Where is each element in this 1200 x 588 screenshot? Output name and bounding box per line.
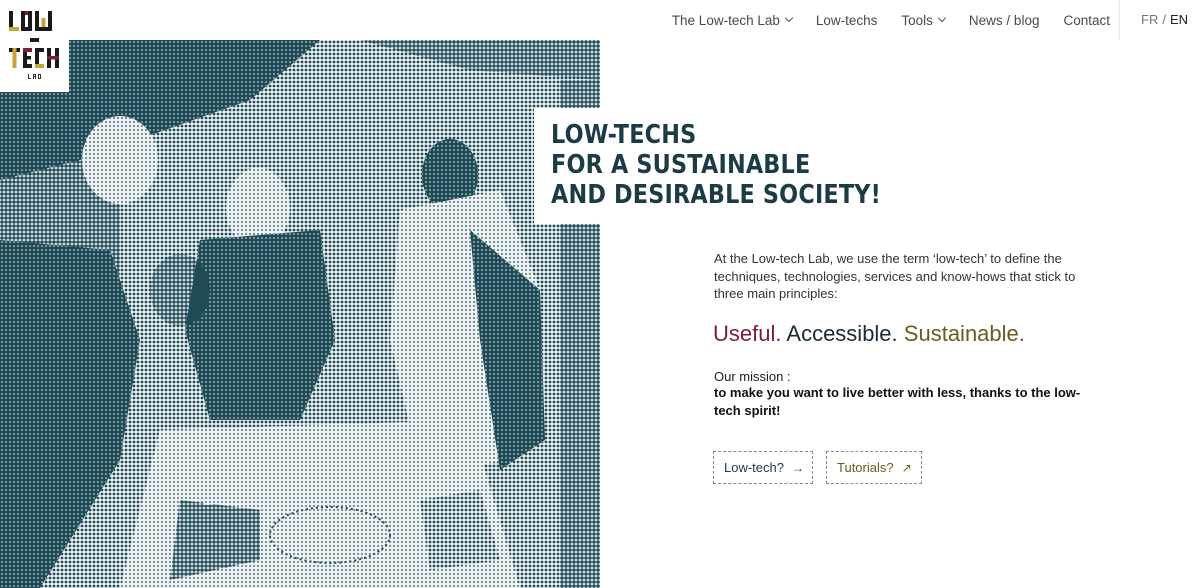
- site-header: The Low-tech Lab Low-techs Tools News / …: [0, 0, 1200, 40]
- nav-item-label: Low-techs: [815, 12, 878, 28]
- chevron-down-icon: [937, 13, 947, 23]
- halftone-photo-icon: [0, 40, 600, 588]
- low-tech-button-label: Low-tech?: [724, 460, 784, 475]
- hero-headline: LOW-TECHS FOR A SUSTAINABLE AND DESIRABL…: [534, 108, 884, 224]
- principle-useful: Useful.: [713, 321, 782, 346]
- arrow-up-right-icon: ↗: [901, 460, 912, 475]
- principles-tagline: Useful. Accessible. Sustainable.: [713, 321, 1025, 347]
- language-switcher: FR / EN: [1141, 12, 1188, 27]
- nav-divider: [1119, 0, 1120, 40]
- hero-image: [0, 40, 600, 588]
- tutorials-button[interactable]: Tutorials? ↗: [826, 451, 922, 484]
- low-tech-lab-logo-icon: [9, 11, 59, 79]
- nav-item-low-techs[interactable]: Low-techs: [816, 13, 878, 28]
- nav-item-news-blog[interactable]: News / blog: [969, 13, 1040, 28]
- chevron-down-icon: [784, 13, 794, 23]
- intro-paragraph: At the Low-tech Lab, we use the term ‘lo…: [714, 251, 1076, 301]
- principle-sustainable: Sustainable.: [903, 321, 1025, 346]
- headline-line-2: FOR A SUSTAINABLE: [551, 150, 811, 180]
- lang-fr-link[interactable]: FR: [1141, 12, 1158, 27]
- nav-item-label: The Low-tech Lab: [671, 12, 780, 28]
- nav-item-contact[interactable]: Contact: [1063, 13, 1110, 28]
- headline-line-1: LOW-TECHS: [551, 120, 697, 150]
- lang-en-link[interactable]: EN: [1170, 12, 1188, 27]
- tutorials-button-label: Tutorials?: [837, 460, 894, 475]
- low-tech-button[interactable]: Low-tech? →: [713, 451, 813, 484]
- lang-separator: /: [1162, 12, 1166, 27]
- principle-accessible: Accessible.: [786, 321, 898, 346]
- headline-line-3: AND DESIRABLE SOCIETY!: [551, 180, 882, 210]
- mission-text: to make you want to live better with les…: [714, 385, 1081, 418]
- arrow-right-icon: →: [791, 460, 804, 475]
- nav-item-label: Contact: [1063, 12, 1110, 28]
- nav-item-label: News / blog: [968, 12, 1040, 28]
- main-nav: The Low-tech Lab Low-techs Tools News / …: [648, 0, 1110, 40]
- mission-label: Our mission :: [714, 369, 791, 384]
- site-logo[interactable]: [0, 0, 69, 92]
- nav-item-the-low-tech-lab[interactable]: The Low-tech Lab: [671, 12, 794, 28]
- nav-item-tools[interactable]: Tools: [901, 12, 947, 28]
- nav-item-label: Tools: [901, 12, 933, 28]
